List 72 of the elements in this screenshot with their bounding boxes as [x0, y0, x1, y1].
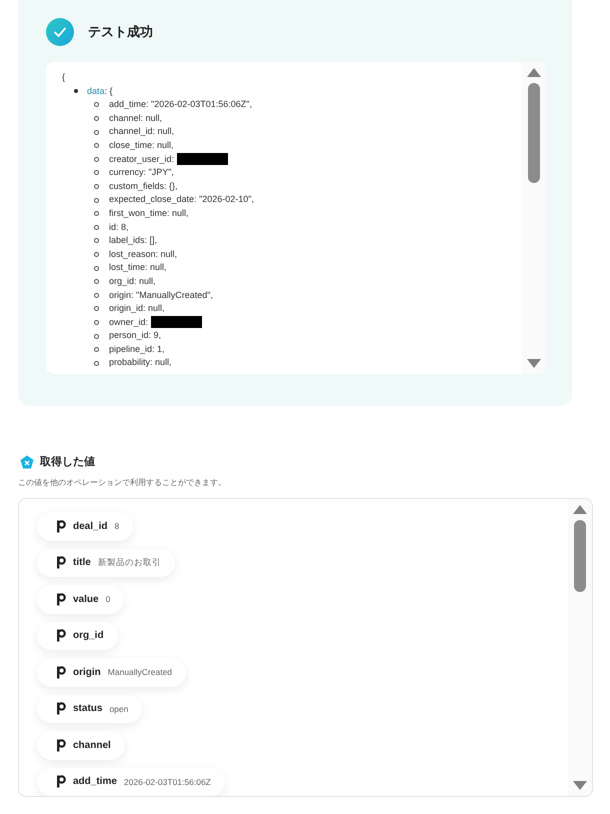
value-chip[interactable]: deal_id 8 — [37, 512, 134, 540]
code-line: origin_id: null, — [109, 302, 165, 316]
bullet-icon — [94, 279, 99, 284]
scroll-up-icon[interactable] — [527, 68, 541, 77]
scroll-thumb[interactable] — [528, 83, 540, 183]
p-logo-icon — [56, 666, 66, 679]
code-line: expected_close_date: "2026-02-10", — [109, 193, 254, 206]
code-line: data: { — [87, 84, 113, 98]
code-line: pipeline_id: 1, — [109, 342, 165, 356]
check-icon — [46, 18, 74, 46]
p-logo-icon — [56, 738, 66, 752]
code-line: label_ids: [], — [109, 234, 158, 248]
code-line: id: 8, — [109, 220, 129, 234]
status-title: テスト成功 — [88, 24, 153, 41]
p-logo-icon — [56, 775, 66, 788]
code-line: close_time: null, — [109, 138, 174, 152]
bullet-icon — [94, 211, 99, 216]
scrollbar[interactable] — [522, 62, 546, 374]
bullet-icon — [94, 170, 99, 176]
code-line: channel: null, — [109, 112, 162, 125]
scrollbar[interactable] — [568, 499, 592, 796]
p-logo-icon — [56, 629, 66, 642]
scroll-thumb[interactable] — [574, 520, 586, 592]
bullet-icon — [94, 184, 99, 190]
p-logo-icon — [56, 592, 66, 606]
value-chip[interactable]: status open — [37, 694, 142, 723]
code-line: person_id: 9, — [109, 329, 162, 342]
value-chip[interactable]: channel — [37, 731, 125, 760]
bullet-icon — [94, 306, 99, 312]
variable-icon — [20, 454, 34, 468]
code-line: add_time: "2026-02-03T01:56:06Z", — [109, 98, 252, 112]
bullet-icon — [94, 334, 99, 339]
code-line: creator_user_id: — [109, 152, 174, 166]
scroll-up-icon[interactable] — [573, 505, 587, 514]
code-line: channel_id: null, — [109, 125, 174, 138]
value-chip[interactable]: add_time 2026-02-03T01:56:06Z — [37, 768, 225, 796]
code-line: origin: "ManuallyCreated", — [109, 288, 213, 302]
bullet-icon — [94, 347, 99, 352]
code-line: { — [62, 71, 66, 84]
p-logo-icon — [56, 520, 66, 533]
bullet-icon — [74, 89, 78, 94]
scroll-down-icon[interactable] — [527, 359, 541, 368]
bullet-icon — [94, 224, 99, 230]
code-line: owner_id: — [109, 316, 148, 329]
bullet-icon — [94, 143, 99, 148]
bullet-icon — [94, 116, 99, 122]
code-line: probability: null, — [109, 356, 172, 370]
code-line: org_id: null, — [109, 274, 156, 288]
scroll-down-icon[interactable] — [573, 781, 587, 790]
code-line: lost_time: null, — [109, 261, 167, 274]
bullet-icon — [94, 156, 99, 162]
bullet-icon — [94, 130, 99, 135]
bullet-icon — [94, 238, 99, 244]
bullet-icon — [94, 320, 99, 325]
bullet-icon — [94, 360, 99, 366]
section-title: 取得した値 — [40, 454, 95, 469]
value-chip[interactable]: origin ManuallyCreated — [37, 658, 186, 686]
code-line: custom_fields: {}, — [109, 180, 178, 193]
bullet-icon — [94, 102, 99, 108]
p-logo-icon — [56, 556, 66, 570]
code-line: first_won_time: null, — [109, 206, 189, 220]
bullet-icon — [94, 266, 99, 271]
value-chip[interactable]: value 0 — [37, 585, 124, 614]
bullet-icon — [94, 292, 99, 298]
bullet-icon — [94, 198, 99, 203]
code-line: currency: "JPY", — [109, 166, 174, 180]
section-description: この値を他のオペレーションで利用することができます。 — [18, 477, 227, 488]
code-line: lost_reason: null, — [109, 248, 178, 261]
bullet-icon — [94, 252, 99, 258]
value-chip[interactable]: org_id — [37, 622, 118, 650]
value-chip[interactable]: title 新製品のお取引 — [37, 548, 175, 577]
p-logo-icon — [56, 702, 66, 716]
